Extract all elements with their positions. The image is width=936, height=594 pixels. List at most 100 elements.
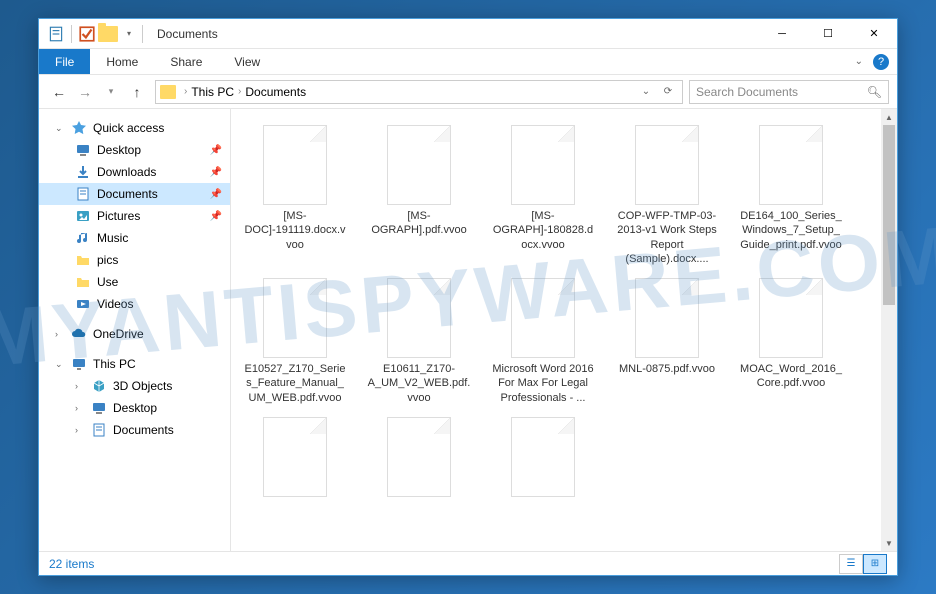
home-tab[interactable]: Home (90, 49, 154, 74)
file-item[interactable]: E10527_Z170_Series_Feature_Manual_UM_WEB… (239, 274, 351, 409)
folder-icon[interactable] (98, 26, 118, 42)
pin-icon: 📌 (210, 189, 222, 200)
details-view-button[interactable]: ☰ (839, 554, 863, 574)
content-pane[interactable]: [MS-DOC]-191119.docx.vvoo [MS-OGRAPH].pdf… (231, 109, 897, 551)
sidebar-item-label: Pictures (97, 209, 140, 223)
file-icon (511, 417, 575, 497)
onedrive-label: OneDrive (93, 327, 144, 341)
sidebar-item-desktop[interactable]: Desktop📌 (39, 139, 230, 161)
refresh-button[interactable]: ⟳ (658, 82, 678, 102)
vertical-scrollbar[interactable]: ▲ ▼ (881, 109, 897, 551)
file-icon (387, 125, 451, 205)
view-tab[interactable]: View (218, 49, 276, 74)
chevron-right-icon: › (184, 86, 187, 97)
file-icon (511, 125, 575, 205)
sidebar-item-downloads[interactable]: Downloads📌 (39, 161, 230, 183)
body-area: ⌄ Quick access Desktop📌Downloads📌Documen… (39, 109, 897, 551)
pin-icon: 📌 (210, 211, 222, 222)
this-pc-label: This PC (93, 357, 136, 371)
file-name: COP-WFP-TMP-03-2013-v1 Work Steps Report… (615, 209, 719, 266)
properties-icon[interactable] (47, 25, 65, 43)
file-item[interactable] (239, 413, 351, 505)
file-name: [MS-OGRAPH].pdf.vvoo (367, 209, 471, 238)
file-item[interactable]: DE164_100_Series_Windows_7_Setup_Guide_p… (735, 121, 847, 270)
file-item[interactable]: E10611_Z170-A_UM_V2_WEB.pdf.vvoo (363, 274, 475, 409)
sidebar-item-desktop[interactable]: ›Desktop (39, 397, 230, 419)
search-input[interactable]: Search Documents 🔍︎ (689, 80, 889, 104)
icons-view-button[interactable]: ⊞ (863, 554, 887, 574)
file-grid: [MS-DOC]-191119.docx.vvoo [MS-OGRAPH].pdf… (239, 121, 889, 505)
sidebar-item-music[interactable]: Music (39, 227, 230, 249)
onedrive-node[interactable]: › OneDrive (39, 323, 230, 345)
file-item[interactable] (363, 413, 475, 505)
close-button[interactable]: ✕ (851, 19, 897, 49)
forward-button[interactable]: → (73, 80, 97, 104)
search-icon[interactable]: 🔍︎ (867, 85, 882, 99)
file-icon (511, 278, 575, 358)
sidebar-item-label: 3D Objects (113, 379, 172, 393)
expand-ribbon-button[interactable]: ⌄ (849, 54, 869, 69)
quick-access-node[interactable]: ⌄ Quick access (39, 117, 230, 139)
scroll-down-button[interactable]: ▼ (881, 535, 897, 551)
back-button[interactable]: ← (47, 80, 71, 104)
file-item[interactable]: MOAC_Word_2016_Core.pdf.vvoo (735, 274, 847, 409)
scroll-up-button[interactable]: ▲ (881, 109, 897, 125)
breadcrumb-this-pc[interactable]: This PC (191, 85, 234, 99)
this-pc-node[interactable]: ⌄ This PC (39, 353, 230, 375)
sidebar-item-3d-objects[interactable]: › 3D Objects (39, 375, 230, 397)
scrollbar-thumb[interactable] (883, 125, 895, 305)
file-icon (635, 278, 699, 358)
chevron-right-icon: › (75, 381, 85, 391)
address-folder-icon (160, 85, 176, 99)
file-item[interactable]: Microsoft Word 2016 For Max For Legal Pr… (487, 274, 599, 409)
navigation-bar: ← → ▾ ↑ › This PC › Documents ⌄ ⟳ Search… (39, 75, 897, 109)
sidebar-item-use[interactable]: Use (39, 271, 230, 293)
explorer-window: ▾ Documents ─ ☐ ✕ File Home Share View ⌄… (38, 18, 898, 576)
maximize-button[interactable]: ☐ (805, 19, 851, 49)
pin-icon: 📌 (210, 145, 222, 156)
file-tab[interactable]: File (39, 49, 90, 74)
file-item[interactable]: [MS-DOC]-191119.docx.vvoo (239, 121, 351, 270)
qat-dropdown-icon[interactable]: ▾ (120, 25, 138, 43)
quick-access-toolbar: ▾ (47, 25, 138, 43)
sidebar-item-pics[interactable]: pics (39, 249, 230, 271)
titlebar: ▾ Documents ─ ☐ ✕ (39, 19, 897, 49)
recent-dropdown[interactable]: ▾ (99, 80, 123, 104)
sidebar-item-pictures[interactable]: Pictures 📌 (39, 205, 230, 227)
breadcrumb-documents[interactable]: Documents (245, 85, 306, 99)
title-divider (142, 25, 143, 43)
file-icon (387, 278, 451, 358)
file-name: MNL-0875.pdf.vvoo (619, 362, 715, 376)
sidebar-item-label: Music (97, 231, 128, 245)
qat-divider (71, 25, 72, 43)
file-item[interactable]: [MS-OGRAPH].pdf.vvoo (363, 121, 475, 270)
pin-icon: 📌 (210, 167, 222, 178)
sidebar-item-label: Documents (113, 423, 174, 437)
cloud-icon (71, 326, 87, 342)
file-name: [MS-DOC]-191119.docx.vvoo (243, 209, 347, 252)
file-icon (635, 125, 699, 205)
sidebar-item-documents[interactable]: Documents📌 (39, 183, 230, 205)
quick-access-label: Quick access (93, 121, 164, 135)
music-icon (75, 230, 91, 246)
file-item[interactable]: [MS-OGRAPH]-180828.docx.vvoo (487, 121, 599, 270)
folder-icon (75, 252, 91, 268)
file-icon (263, 125, 327, 205)
file-name: DE164_100_Series_Windows_7_Setup_Guide_p… (739, 209, 843, 252)
address-dropdown-button[interactable]: ⌄ (636, 82, 656, 102)
help-icon[interactable]: ? (873, 54, 889, 70)
sidebar-item-videos[interactable]: Videos (39, 293, 230, 315)
share-tab[interactable]: Share (154, 49, 218, 74)
up-button[interactable]: ↑ (125, 80, 149, 104)
minimize-button[interactable]: ─ (759, 19, 805, 49)
window-title: Documents (157, 27, 218, 41)
address-bar[interactable]: › This PC › Documents ⌄ ⟳ (155, 80, 683, 104)
desktop-icon (91, 400, 107, 416)
file-item[interactable] (487, 413, 599, 505)
item-count: 22 items (49, 557, 94, 571)
sidebar-item-documents[interactable]: ›Documents (39, 419, 230, 441)
file-item[interactable]: COP-WFP-TMP-03-2013-v1 Work Steps Report… (611, 121, 723, 270)
file-item[interactable]: MNL-0875.pdf.vvoo (611, 274, 723, 409)
sidebar-item-label: pics (97, 253, 118, 267)
checkbox-icon[interactable] (78, 25, 96, 43)
